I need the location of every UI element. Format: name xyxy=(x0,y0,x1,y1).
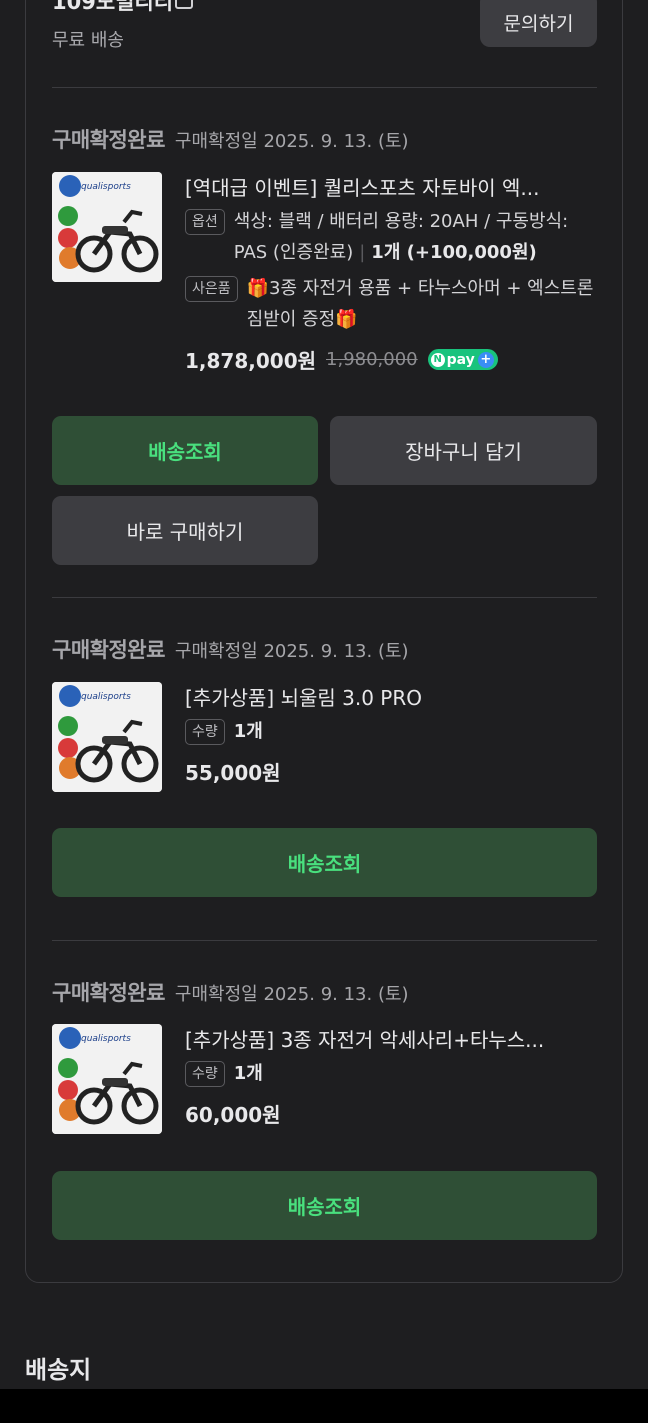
order-header: 구매확정완료 구매확정일 2025. 9. 13. (토) xyxy=(52,977,597,1007)
option-row: 옵션 색상: 블랙 / 배터리 용량: 20AH / 구동방식: PAS (인증… xyxy=(185,209,597,268)
confirm-date: 구매확정일 2025. 9. 13. (토) xyxy=(174,131,409,152)
quantity-value: 1개 xyxy=(233,721,263,742)
e-bike-product-image: qualisports xyxy=(52,172,162,282)
product-price: 60,000원 xyxy=(185,1103,281,1127)
product-thumbnail[interactable]: qualisports xyxy=(52,682,162,792)
track-delivery-button[interactable]: 배송조회 xyxy=(52,416,318,485)
order-item: 구매확정완료 구매확정일 2025. 9. 13. (토) qualisport… xyxy=(52,977,597,1147)
inquiry-button[interactable]: 문의하기 xyxy=(480,0,597,47)
product-info: [추가상품] 뇌울림 3.0 PRO 수량 1개 55,000원 xyxy=(185,682,597,786)
shipping-fee: 무료 배송 xyxy=(52,30,124,51)
option-tag: 옵션 xyxy=(185,209,225,235)
order-item: 구매확정완료 구매확정일 2025. 9. 13. (토) qualisport… xyxy=(52,634,597,804)
gift-row: 사은품 🎁3종 자전거 용품 + 타누스아머 + 엑스트론 짐받이 증정🎁 xyxy=(185,276,597,335)
store-icon xyxy=(175,0,194,9)
e-bike-product-image: qualisports xyxy=(52,1024,162,1134)
quantity-row: 수량 1개 xyxy=(185,719,597,747)
product-info: [추가상품] 3종 자전거 악세사리+타누스... 수량 1개 60,000원 xyxy=(185,1024,597,1128)
order-header: 구매확정완료 구매확정일 2025. 9. 13. (토) xyxy=(52,634,597,664)
gift-text: 🎁3종 자전거 용품 + 타누스아머 + 엑스트론 짐받이 증정🎁 xyxy=(246,278,594,330)
product-price: 1,878,000원 xyxy=(185,349,317,373)
separator: | xyxy=(359,242,366,263)
order-status: 구매확정완료 xyxy=(52,128,165,152)
track-delivery-button[interactable]: 배송조회 xyxy=(52,1171,597,1240)
svg-text:qualisports: qualisports xyxy=(81,182,131,192)
quantity-tag: 수량 xyxy=(185,1061,225,1087)
product-title[interactable]: [역대급 이벤트] 퀄리스포츠 자토바이 엑... xyxy=(185,172,597,201)
quantity-value: 1개 xyxy=(233,1063,263,1084)
option-quantity: 1개 (+100,000원) xyxy=(371,242,537,263)
price-line: 60,000원 xyxy=(185,1099,597,1128)
order-status: 구매확정완료 xyxy=(52,981,165,1005)
confirm-date: 구매확정일 2025. 9. 13. (토) xyxy=(174,984,409,1005)
buy-now-button[interactable]: 바로 구매하기 xyxy=(52,496,318,565)
order-status: 구매확정완료 xyxy=(52,638,165,662)
product-info: [역대급 이벤트] 퀄리스포츠 자토바이 엑... 옵션 색상: 블랙 / 배터… xyxy=(185,172,597,374)
price-line: 1,878,000원 1,980,000 Npay + xyxy=(185,345,597,374)
divider xyxy=(52,87,597,88)
product-title[interactable]: [추가상품] 3종 자전거 악세사리+타누스... xyxy=(185,1024,597,1053)
track-delivery-button[interactable]: 배송조회 xyxy=(52,828,597,897)
e-bike-product-image: qualisports xyxy=(52,682,162,792)
divider xyxy=(52,597,597,598)
product-thumbnail[interactable]: qualisports xyxy=(52,172,162,282)
svg-text:qualisports: qualisports xyxy=(81,692,131,702)
system-nav-bar xyxy=(0,1389,648,1423)
confirm-date: 구매확정일 2025. 9. 13. (토) xyxy=(174,641,409,662)
product-title[interactable]: [추가상품] 뇌울림 3.0 PRO xyxy=(185,682,597,711)
quantity-tag: 수량 xyxy=(185,719,225,745)
divider xyxy=(52,940,597,941)
npay-plus-badge: Npay + xyxy=(427,349,498,370)
svg-text:qualisports: qualisports xyxy=(81,1034,131,1044)
npay-n-icon: N xyxy=(430,352,445,367)
plus-icon: + xyxy=(477,351,494,368)
shipping-address-heading: 배송지 xyxy=(25,1356,92,1384)
seller-name[interactable]: 109모빌리티 xyxy=(52,0,194,16)
price-line: 55,000원 xyxy=(185,757,597,786)
add-to-cart-button[interactable]: 장바구니 담기 xyxy=(330,416,597,485)
original-price: 1,980,000 xyxy=(326,349,418,370)
product-thumbnail[interactable]: qualisports xyxy=(52,1024,162,1134)
order-header: 구매확정완료 구매확정일 2025. 9. 13. (토) xyxy=(52,124,597,154)
quantity-row: 수량 1개 xyxy=(185,1061,597,1089)
gift-tag: 사은품 xyxy=(185,276,238,302)
product-price: 55,000원 xyxy=(185,761,281,785)
